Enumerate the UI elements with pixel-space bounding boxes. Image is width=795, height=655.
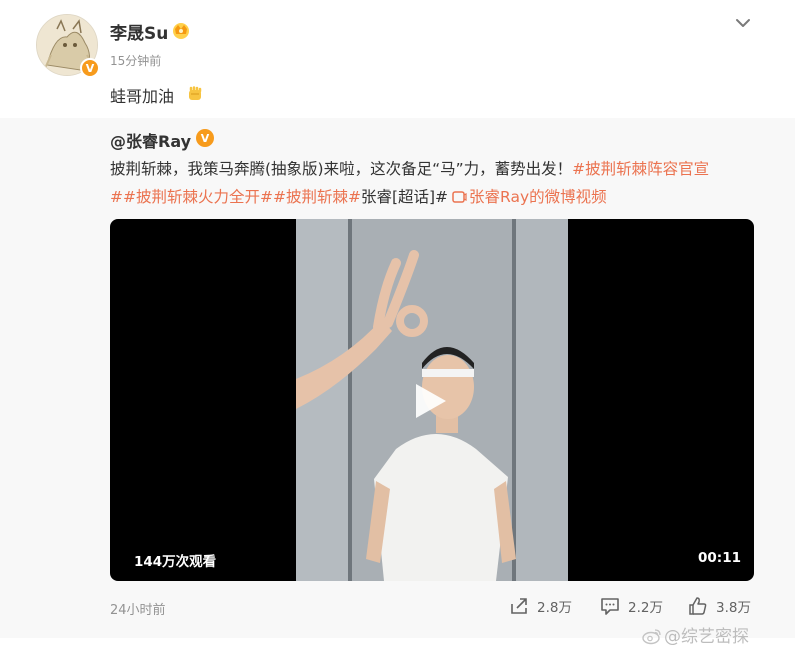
repost-time[interactable]: 24小时前: [110, 599, 166, 618]
avatar[interactable]: V: [36, 14, 100, 78]
like-button[interactable]: 3.8万: [688, 596, 751, 616]
crown-icon: [173, 23, 189, 39]
comment-button[interactable]: 2.2万: [600, 596, 663, 616]
share-button[interactable]: 2.8万: [509, 596, 572, 616]
view-count: 144万次观看: [134, 554, 217, 570]
repost-author[interactable]: @张睿Ray: [110, 128, 191, 152]
chevron-down-icon[interactable]: [734, 14, 752, 32]
video-link-label[interactable]: 张睿Ray的微博视频: [469, 188, 607, 206]
share-count: 2.8万: [537, 600, 572, 616]
topic-tag-firepower[interactable]: ##披荆斩棘火力全开##披荆斩棘#: [110, 188, 361, 206]
thumbs-up-icon: [689, 597, 707, 615]
video-link[interactable]: 张睿Ray的微博视频: [448, 188, 607, 206]
user-name[interactable]: 李晟Su: [110, 19, 168, 44]
post-text: 蛙哥加油: [110, 87, 175, 106]
repost-text-line-1: 披荆斩棘，我策马奔腾(抽象版)来啦，这次备足“马”力，蓄势出发！#披荆斩棘阵容官…: [110, 157, 709, 179]
verified-badge: V: [80, 58, 100, 78]
video-link-icon: [452, 191, 467, 203]
comment-icon: [601, 598, 619, 615]
weibo-logo-icon: [642, 629, 661, 645]
fist-icon: [189, 86, 202, 100]
verified-icon: V: [196, 129, 214, 147]
topic-tag-lineup[interactable]: #披荆斩棘阵容官宣: [572, 160, 709, 178]
super-topic-text[interactable]: 张睿[超话]#: [361, 188, 448, 206]
video-duration: 00:11: [698, 550, 741, 566]
like-count: 3.8万: [716, 600, 751, 616]
post-time[interactable]: 15分钟前: [110, 52, 161, 69]
repost-text: 披荆斩棘，我策马奔腾(抽象版)来啦，这次备足“马”力，蓄势出发！: [110, 160, 573, 178]
watermark-text: @综艺密探: [664, 627, 749, 647]
watermark: @综艺密探: [642, 622, 749, 647]
repost-text-line-2: ##披荆斩棘火力全开##披荆斩棘#张睿[超话]# 张睿Ray的微博视频: [110, 185, 607, 207]
comment-count: 2.2万: [628, 600, 663, 616]
share-icon: [511, 598, 527, 614]
video-player[interactable]: 144万次观看 00:11: [110, 219, 754, 581]
play-icon[interactable]: [406, 378, 452, 424]
